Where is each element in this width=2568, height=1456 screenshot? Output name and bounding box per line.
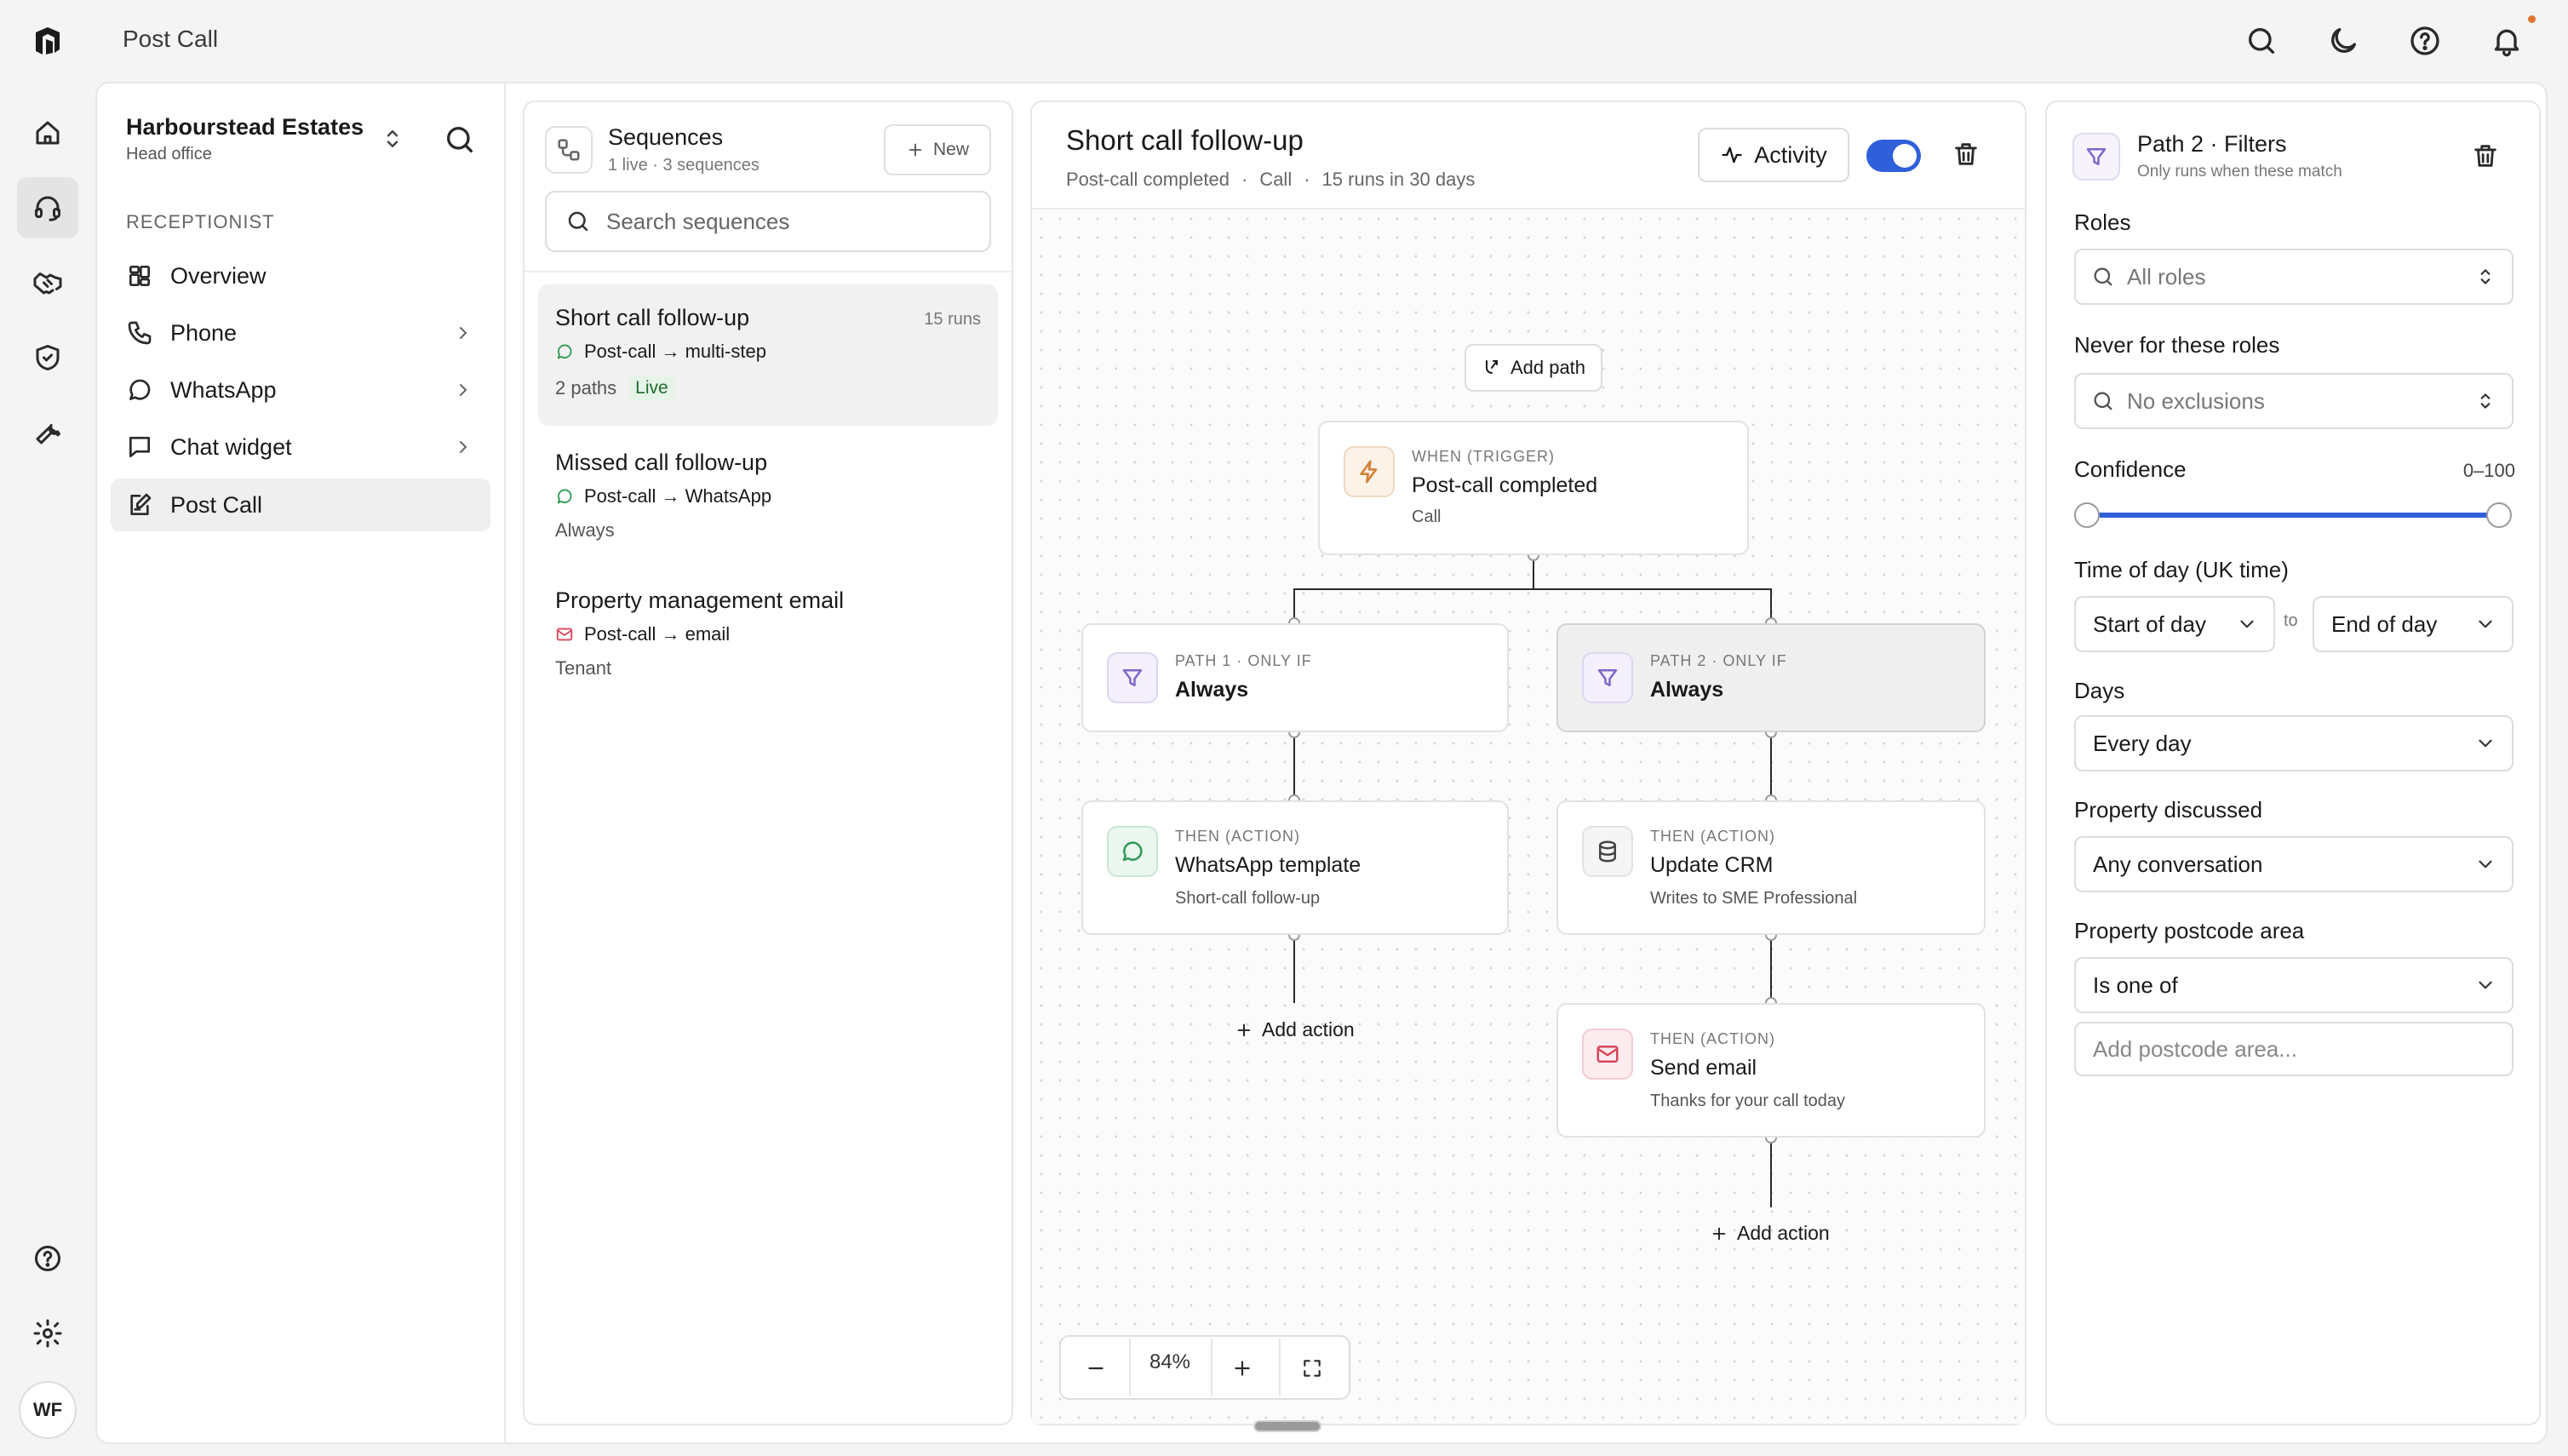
- end-time-value: End of day: [2331, 610, 2438, 637]
- confidence-slider-track[interactable]: [2084, 513, 2502, 518]
- lightning-icon: [1344, 446, 1395, 497]
- zoom-in-button[interactable]: [1226, 1352, 1258, 1384]
- add-path-button[interactable]: Add path: [1465, 344, 1602, 392]
- time-of-day-label: Time of day (UK time): [2074, 557, 2289, 582]
- days-label: Days: [2074, 678, 2125, 703]
- property-discussed-select[interactable]: Any conversation: [2074, 836, 2514, 892]
- action-node-whatsapp[interactable]: THEN (ACTION) WhatsApp template Short-ca…: [1081, 800, 1509, 935]
- node-subtitle: Short-call follow-up: [1175, 889, 1321, 908]
- add-action-button[interactable]: Add action: [1710, 1222, 1830, 1245]
- postcode-operator-value: Is one of: [2093, 972, 2178, 998]
- chevron-down-icon: [2474, 974, 2496, 996]
- confidence-range-text: 0–100: [2462, 460, 2515, 481]
- zoom-out-button[interactable]: [1080, 1352, 1112, 1384]
- filters-subtitle: Only runs when these match: [2137, 163, 2342, 181]
- node-subtitle: Writes to SME Professional: [1650, 889, 1858, 908]
- node-kicker: PATH 2 · ONLY IF: [1650, 652, 1787, 669]
- trash-icon[interactable]: [2471, 141, 2500, 170]
- node-title: Send email: [1650, 1056, 1757, 1080]
- add-path-label: Add path: [1510, 357, 1586, 378]
- action-node-email[interactable]: THEN (ACTION) Send email Thanks for your…: [1556, 1003, 1986, 1138]
- end-time-select[interactable]: End of day: [2313, 596, 2514, 652]
- path-1-filter-node[interactable]: PATH 1 · ONLY IF Always: [1081, 623, 1509, 732]
- filter-icon: [2072, 133, 2120, 181]
- chevron-up-down-icon: [2474, 266, 2496, 288]
- zoom-level: 84%: [1149, 1350, 1191, 1373]
- confidence-label: Confidence: [2074, 456, 2187, 482]
- plus-icon: [1235, 1021, 1253, 1040]
- property-discussed-value: Any conversation: [2093, 851, 2263, 877]
- node-title: WhatsApp template: [1175, 853, 1361, 877]
- fullscreen-icon[interactable]: [1296, 1352, 1328, 1384]
- roles-value: All roles: [2127, 263, 2206, 289]
- never-roles-select[interactable]: No exclusions: [2074, 373, 2514, 429]
- search-icon: [2091, 265, 2115, 289]
- days-select[interactable]: Every day: [2074, 715, 2514, 771]
- add-action-label: Add action: [1737, 1222, 1830, 1244]
- node-kicker: THEN (ACTION): [1650, 828, 1775, 845]
- divider: [1279, 1338, 1281, 1396]
- start-time-select[interactable]: Start of day: [2074, 596, 2275, 652]
- path-2-filter-node[interactable]: PATH 2 · ONLY IF Always: [1556, 623, 1986, 732]
- filter-icon: [1107, 652, 1158, 703]
- add-action-label: Add action: [1262, 1018, 1355, 1040]
- roles-select[interactable]: All roles: [2074, 249, 2514, 305]
- filters-title: Path 2 · Filters: [2137, 131, 2287, 157]
- email-icon: [1582, 1029, 1633, 1080]
- node-kicker: PATH 1 · ONLY IF: [1175, 652, 1312, 669]
- node-kicker: THEN (ACTION): [1175, 828, 1300, 845]
- canvas-scroll-handle[interactable]: [1253, 1420, 1321, 1432]
- node-title: Always: [1175, 678, 1249, 702]
- add-action-button[interactable]: Add action: [1235, 1018, 1355, 1041]
- never-roles-value: No exclusions: [2127, 387, 2265, 414]
- divider: [1211, 1338, 1212, 1396]
- node-subtitle: Call: [1412, 507, 1442, 526]
- postcode-label: Property postcode area: [2074, 918, 2305, 943]
- action-node-crm[interactable]: THEN (ACTION) Update CRM Writes to SME P…: [1556, 800, 1986, 935]
- never-roles-label: Never for these roles: [2074, 332, 2280, 358]
- node-title: Always: [1650, 678, 1724, 702]
- chevron-down-icon: [2236, 613, 2258, 635]
- postcode-input[interactable]: [2093, 1035, 2485, 1063]
- node-kicker: WHEN (TRIGGER): [1412, 448, 1555, 465]
- node-title: Update CRM: [1650, 853, 1774, 877]
- confidence-max-thumb[interactable]: [2486, 502, 2512, 528]
- filter-icon: [1582, 652, 1633, 703]
- plus-icon: [1710, 1224, 1728, 1243]
- to-separator: to: [2284, 611, 2298, 630]
- whatsapp-icon: [1107, 826, 1158, 877]
- node-subtitle: Thanks for your call today: [1650, 1092, 1845, 1110]
- node-kicker: THEN (ACTION): [1650, 1030, 1775, 1047]
- confidence-min-thumb[interactable]: [2074, 502, 2100, 528]
- node-title: Post-call completed: [1412, 473, 1598, 497]
- chevron-down-icon: [2474, 732, 2496, 754]
- search-icon: [2091, 389, 2115, 413]
- days-value: Every day: [2093, 730, 2192, 756]
- postcode-input-field[interactable]: [2074, 1022, 2514, 1076]
- roles-label: Roles: [2074, 209, 2131, 235]
- chevron-up-down-icon: [2474, 390, 2496, 412]
- property-discussed-label: Property discussed: [2074, 797, 2263, 823]
- trigger-node[interactable]: WHEN (TRIGGER) Post-call completed Call: [1318, 421, 1749, 555]
- start-time-value: Start of day: [2093, 610, 2206, 637]
- chevron-down-icon: [2474, 853, 2496, 875]
- chevron-down-icon: [2474, 613, 2496, 635]
- branch-icon: [1482, 358, 1502, 378]
- postcode-operator-select[interactable]: Is one of: [2074, 957, 2514, 1013]
- database-icon: [1582, 826, 1633, 877]
